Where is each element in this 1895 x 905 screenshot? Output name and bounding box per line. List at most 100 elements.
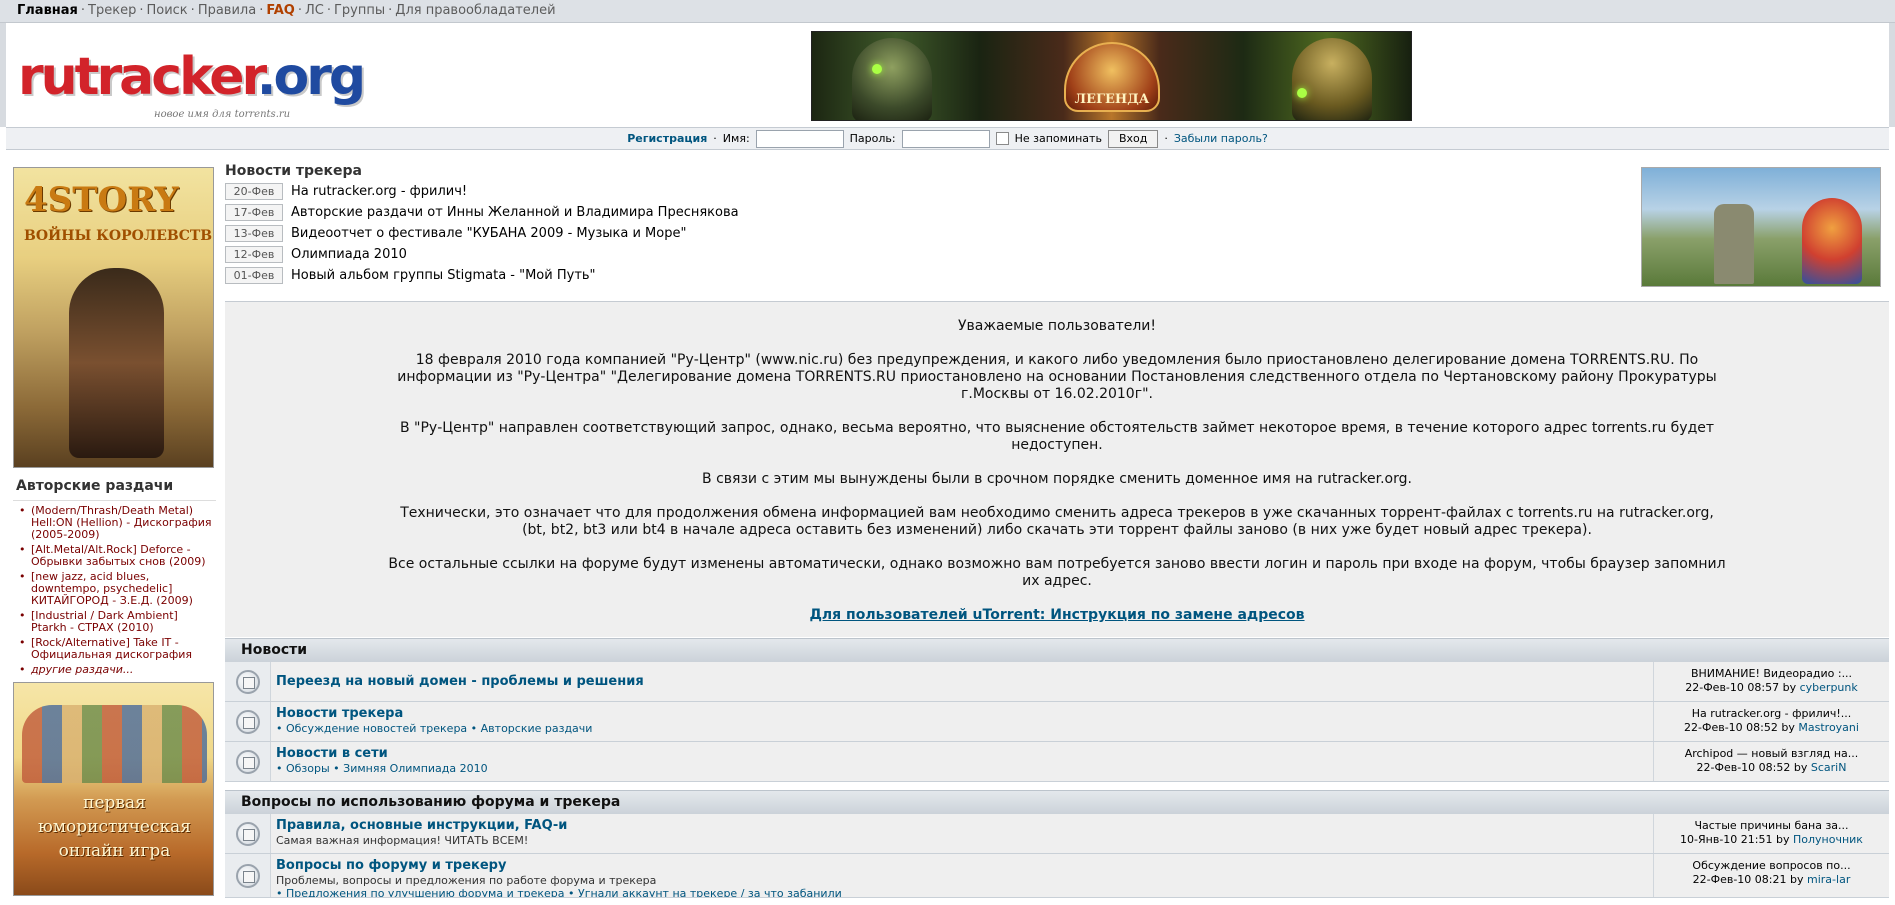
forum-row: Правила, основные инструкции, FAQ-и Сама… — [225, 814, 1889, 854]
password-input[interactable] — [901, 129, 990, 148]
nav-copyright[interactable]: Для правообладателей — [395, 3, 555, 18]
last-post-date: 10-Янв-10 21:51 — [1680, 833, 1773, 846]
logo-suffix: .org — [256, 47, 366, 107]
left-ad-4story[interactable]: 4STORY ВОЙНЫ КОРОЛЕВСТВ — [13, 167, 214, 468]
nav-rules[interactable]: Правила — [198, 3, 256, 18]
authored-release-item[interactable]: [Alt.Metal/Alt.Rock] Deforce - Обрывки з… — [17, 544, 216, 568]
nav-home[interactable]: Главная — [17, 3, 78, 18]
authored-release-item[interactable]: (Modern/Thrash/Death Metal) Hell:ON (Hel… — [17, 505, 216, 541]
logo-tagline: новое имя для torrents.ru — [154, 109, 291, 120]
forum-title-link[interactable]: Переезд на новый домен - проблемы и реше… — [276, 674, 1653, 690]
username-input[interactable] — [755, 129, 844, 148]
news-row: 01-Фев Новый альбом группы Stigmata - "М… — [225, 265, 1889, 286]
forum-title-link[interactable]: Вопросы по форуму и трекеру — [276, 858, 1653, 874]
forum-row: Новости трекера • Обсуждение новостей тр… — [225, 702, 1889, 742]
last-post-title[interactable]: На rutracker.org - фрилич!... — [1654, 707, 1889, 721]
news-link[interactable]: На rutracker.org - фрилич! — [291, 184, 467, 199]
news-date: 01-Фев — [225, 267, 283, 284]
logo-word: rutracker — [18, 47, 260, 107]
last-post-by-label: by — [1781, 721, 1795, 734]
forgot-password-link[interactable]: Забыли пароль? — [1174, 132, 1268, 145]
announcement-paragraph: В связи с этим мы вынуждены были в срочн… — [702, 471, 1412, 487]
last-post-date: 22-Фев-10 08:52 — [1696, 761, 1791, 774]
last-post-title[interactable]: ВНИМАНИЕ! Видеорадио :... — [1654, 667, 1889, 681]
news-date: 20-Фев — [225, 183, 283, 200]
news-link[interactable]: Видеоотчет о фестивале "КУБАНА 2009 - Му… — [291, 226, 686, 241]
banner-title: ЛЕГЕНДА — [1074, 92, 1150, 107]
tracker-news-title: Новости трекера — [225, 163, 363, 179]
site-logo[interactable]: rutracker.org новое имя для torrents.ru — [14, 47, 366, 127]
news-link[interactable]: Авторские раздачи от Инны Желанной и Вла… — [291, 205, 739, 220]
forum-last-post: Archipod — новый взгляд на... 22-Фев-10 … — [1653, 742, 1889, 781]
forum-last-post: ВНИМАНИЕ! Видеорадио :... 22-Фев-10 08:5… — [1653, 662, 1889, 701]
last-post-user[interactable]: ScariN — [1811, 761, 1847, 774]
banner-glow-left — [872, 64, 882, 74]
last-post-by-label: by — [1782, 681, 1797, 694]
forum-folder-icon — [235, 821, 260, 846]
news-link[interactable]: Новый альбом группы Stigmata - "Мой Путь… — [291, 268, 596, 283]
login-bar: Регистрация · Имя: Пароль: Не запоминать… — [6, 127, 1889, 150]
remember-checkbox[interactable] — [995, 132, 1009, 145]
nav-pm[interactable]: ЛС — [305, 3, 324, 18]
left-sidebar: 4STORY ВОЙНЫ КОРОЛЕВСТВ Авторские раздач… — [13, 167, 216, 896]
authored-release-item[interactable]: [Rock/Alternative] Take IT - Официальная… — [17, 637, 216, 661]
nav-search[interactable]: Поиск — [146, 3, 187, 18]
last-post-user[interactable]: mira-lar — [1807, 873, 1850, 886]
forum-title-link[interactable]: Правила, основные инструкции, FAQ-и — [276, 818, 1653, 834]
last-post-by-label: by — [1790, 873, 1804, 886]
forum-subforums[interactable]: • Обсуждение новостей трекера • Авторски… — [276, 722, 1653, 735]
news-row: 13-Фев Видеоотчет о фестивале "КУБАНА 20… — [225, 223, 1889, 244]
nav-faq[interactable]: FAQ — [266, 3, 295, 18]
authored-release-item[interactable]: [new jazz, acid blues, downtempo, psyche… — [17, 571, 216, 607]
password-label: Пароль: — [849, 132, 896, 145]
ad-4story-title: 4STORY — [24, 180, 179, 220]
ad-right-character — [1802, 198, 1862, 284]
last-post-by-label: by — [1776, 833, 1790, 846]
top-navigation: Главная · Трекер · Поиск · Правила · FAQ · ЛС · Груп… — [0, 0, 1895, 23]
last-post-title[interactable]: Частые причины бана за... — [1654, 819, 1889, 833]
forum-title-link[interactable]: Новости в сети — [276, 746, 1653, 762]
ad-4story-character — [69, 268, 164, 458]
left-ad-humor-game[interactable]: первая юмористическая онлайн игра — [13, 682, 214, 896]
banner-warrior-right — [1292, 38, 1372, 120]
announcement-greeting: Уважаемые пользователи! — [957, 318, 1157, 334]
forum-description: Самая важная информация! ЧИТАТЬ ВСЕМ! — [276, 834, 529, 847]
authored-releases-more-link[interactable]: другие раздачи... — [17, 664, 216, 677]
username-label: Имя: — [722, 132, 750, 145]
tracker-news-list: 20-Фев На rutracker.org - фрилич! 17-Фев… — [225, 181, 1889, 286]
news-row: 12-Фев Олимпиада 2010 — [225, 244, 1889, 265]
last-post-user[interactable]: Полуночник — [1793, 833, 1863, 846]
last-post-title[interactable]: Archipod — новый взгляд на... — [1654, 747, 1889, 761]
ad-humor-characters — [22, 705, 207, 783]
register-link[interactable]: Регистрация — [627, 132, 707, 145]
last-post-date: 22-Фев-10 08:21 — [1692, 873, 1787, 886]
right-ad-banner[interactable] — [1641, 167, 1881, 287]
forum-subforums[interactable]: • Предложения по улучшению форума и трек… — [276, 887, 1653, 897]
forum-folder-icon — [235, 709, 260, 734]
announcement-paragraph: Все остальные ссылки на форуме будут изм… — [388, 556, 1726, 589]
forum-subforums[interactable]: • Обзоры • Зимняя Олимпиада 2010 — [276, 762, 1653, 775]
forum-last-post: Частые причины бана за... 10-Янв-10 21:5… — [1653, 814, 1889, 853]
utorrent-instructions-link[interactable]: Для пользователей uTorrent: Инструкция п… — [809, 607, 1304, 623]
news-link[interactable]: Олимпиада 2010 — [291, 247, 407, 262]
announcement-paragraph: 18 февраля 2010 года компанией "Ру-Центр… — [397, 352, 1717, 402]
nav-tracker[interactable]: Трекер — [88, 3, 136, 18]
forum-row: Вопросы по форуму и трекеру Проблемы, во… — [225, 854, 1889, 898]
news-date: 17-Фев — [225, 204, 283, 221]
last-post-user[interactable]: cyberpunk — [1800, 681, 1858, 694]
nav-groups[interactable]: Группы — [334, 3, 385, 18]
last-post-user[interactable]: Mastroyani — [1798, 721, 1859, 734]
domain-change-announcement: Уважаемые пользователи! 18 февраля 2010 … — [225, 301, 1889, 637]
login-button[interactable]: Вход — [1107, 129, 1159, 148]
last-post-title[interactable]: Обсуждение вопросов по... — [1654, 859, 1889, 873]
forum-title-link[interactable]: Новости трекера — [276, 706, 1653, 722]
remember-label: Не запоминать — [1014, 132, 1102, 145]
category-header[interactable]: Вопросы по использованию форума и трекер… — [225, 790, 1889, 814]
announcement-paragraph: Технически, это означает что для продолж… — [400, 505, 1714, 538]
forum-description: Проблемы, вопросы и предложения по работ… — [276, 874, 657, 887]
authored-release-item[interactable]: [Industrial / Dark Ambient] Ptarkh - СТР… — [17, 610, 216, 634]
forum-row: Новости в сети • Обзоры • Зимняя Олимпиа… — [225, 742, 1889, 782]
top-banner-ad[interactable]: ЛЕГЕНДА — [811, 31, 1412, 121]
category-header[interactable]: Новости — [225, 638, 1889, 662]
forum-folder-icon — [235, 669, 260, 694]
